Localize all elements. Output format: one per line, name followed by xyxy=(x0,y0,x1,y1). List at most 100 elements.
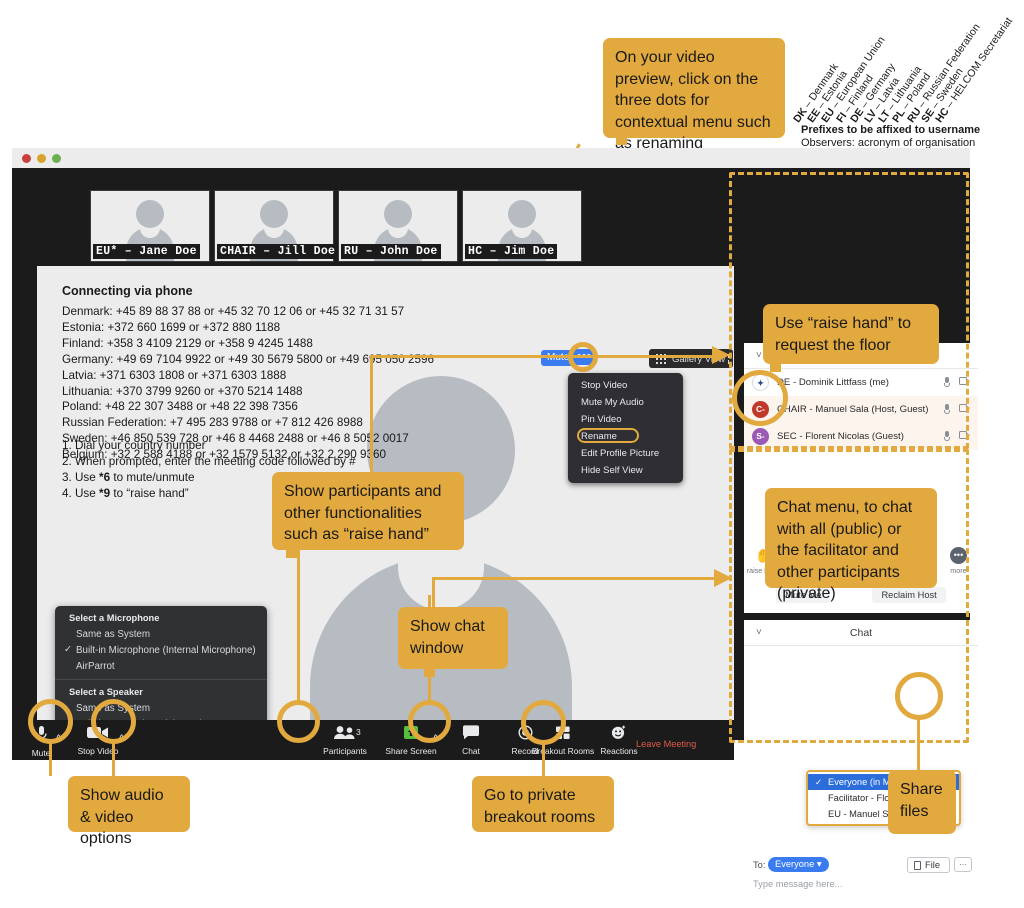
chat-message-input[interactable]: Type message here... xyxy=(753,879,842,889)
phone-step-line: 2. When prompted, enter the meeting code… xyxy=(62,455,356,469)
speaker-group: Select a Speaker Same as System✓Built-in… xyxy=(55,680,267,720)
callout-participants-arrow xyxy=(712,346,730,364)
chat-to-label: To: xyxy=(753,860,766,870)
callout-audio-leader-2 xyxy=(112,742,115,776)
phone-number-line: Russian Federation: +7 495 283 9788 or +… xyxy=(62,416,363,430)
callout-show-chat-leader2 xyxy=(428,675,431,703)
context-menu-item[interactable]: Mute My Audio xyxy=(568,394,683,411)
window-close-button[interactable] xyxy=(22,154,31,163)
highlight-ring-rename xyxy=(577,428,639,443)
context-menu-item[interactable]: Edit Profile Picture xyxy=(568,445,683,462)
phone-number-line: Lithuania: +370 3799 9260 or +370 5214 1… xyxy=(62,384,303,398)
callout-video-preview: On your video preview, click on the thre… xyxy=(603,38,785,152)
chat-to-row: To: Everyone ▾ File ⋯ xyxy=(744,855,978,877)
highlight-ring-breakout xyxy=(521,700,566,745)
phone-dialin-block: Connecting via phone Denmark: +45 89 88 … xyxy=(62,284,532,463)
audio-menu-option[interactable]: Same as System xyxy=(55,700,267,716)
window-maximize-button[interactable] xyxy=(52,154,61,163)
avatar-head-icon xyxy=(260,200,288,228)
callout-participants-tail xyxy=(286,548,297,558)
callout-breakout-leader xyxy=(542,743,545,776)
chat-recipient-pill[interactable]: Everyone ▾ xyxy=(768,857,829,872)
video-stage: Connecting via phone Denmark: +45 89 88 … xyxy=(12,168,734,720)
highlight-ring-raise-hand xyxy=(732,370,788,426)
audio-menu-option[interactable]: ✓ Built-in Microphone (Internal Microphon… xyxy=(55,642,267,658)
participants-count-badge: 3 xyxy=(356,727,361,737)
phone-number-line: Estonia: +372 660 1699 or +372 880 1188 xyxy=(62,320,281,334)
phone-number-line: Finland: +358 3 4109 2129 or +358 9 4245… xyxy=(62,336,313,350)
window-titlebar xyxy=(12,148,970,168)
audio-menu-option-label: Built-in Microphone (Internal Microphone… xyxy=(76,644,256,656)
video-tile[interactable]: HC – Jim Doe xyxy=(462,190,582,262)
window-minimize-button[interactable] xyxy=(37,154,46,163)
avatar-head-icon xyxy=(136,200,164,228)
toolbar-participants-button[interactable]: 3 Participants xyxy=(315,725,375,756)
video-context-menu[interactable]: Stop Video Mute My Audio Pin Video Rename Ed… xyxy=(568,373,683,483)
avatar-head-icon xyxy=(384,200,412,228)
callout-participants-leader-down xyxy=(297,550,300,702)
prefix-legend-title: Prefixes to be affixed to username xyxy=(801,124,981,136)
callout-raise-hand-tail xyxy=(770,362,781,372)
highlight-ring-audio-options xyxy=(28,699,73,744)
video-tile-name: RU – John Doe xyxy=(341,244,441,259)
audio-menu-option[interactable]: Same as System xyxy=(55,626,267,642)
microphone-group-header: Select a Microphone xyxy=(69,613,160,623)
audio-settings-menu[interactable]: Select a Microphone Same as System ✓ Built… xyxy=(55,606,267,720)
audio-menu-option-label: Same as System xyxy=(76,628,151,640)
video-tile[interactable]: EU* – Jane Doe xyxy=(90,190,210,262)
chat-file-button[interactable]: File xyxy=(907,857,950,873)
toolbar-stop-video-label: Stop Video xyxy=(77,746,119,756)
microphone-options: Same as System ✓ Built-in Microphone (Inte… xyxy=(55,626,267,674)
video-tile[interactable]: RU – John Doe xyxy=(338,190,458,262)
callout-show-chat-leader xyxy=(428,595,431,609)
video-tile[interactable]: CHAIR – Jill Doe xyxy=(214,190,339,262)
callout-breakout-rooms: Go to private breakout rooms xyxy=(472,776,614,832)
phone-number-line: Latvia: +371 6303 1808 or +371 6303 1888 xyxy=(62,368,287,382)
callout-share-files-leader xyxy=(917,718,920,770)
callout-audio-leader-1 xyxy=(49,742,52,776)
phone-number-line: Denmark: +45 89 88 37 88 or +45 32 70 12… xyxy=(62,305,405,318)
callout-participants-leader-h xyxy=(370,355,722,358)
check-icon: ✓ xyxy=(64,644,72,655)
callout-share-files: Share files xyxy=(888,770,956,834)
callout-raise-hand: Use “raise hand” to request the floor xyxy=(763,304,939,364)
audio-menu-option[interactable]: AirParrot xyxy=(55,658,267,674)
callout-audio-video-options: Show audio & video options xyxy=(68,776,190,847)
video-tile-name: HC – Jim Doe xyxy=(465,244,558,259)
toolbar-participants-label: Participants xyxy=(323,746,367,756)
callout-chat-menu: Chat menu, to chat with all (public) or … xyxy=(765,488,937,602)
context-menu-item[interactable]: Pin Video xyxy=(568,411,683,428)
highlight-ring-video-options xyxy=(91,699,136,744)
phone-number-line: Poland: +48 22 307 3488 or +48 22 398 73… xyxy=(62,400,298,414)
chat-more-button[interactable]: ⋯ xyxy=(954,857,972,872)
speaker-group-header: Select a Speaker xyxy=(69,687,143,697)
leave-meeting-button[interactable]: Leave Meeting xyxy=(636,739,696,749)
toolbar-chat-button[interactable]: Chat xyxy=(446,725,496,756)
participants-icon xyxy=(334,726,355,739)
callout-chat-leader-h xyxy=(432,577,724,580)
toolbar-chat-label: Chat xyxy=(462,746,480,756)
highlight-ring-share-files xyxy=(895,672,943,720)
prefix-legend: DK – Denmark EE – Estonia EU – European Un… xyxy=(791,5,1023,150)
context-menu-item[interactable]: Rename xyxy=(568,428,683,445)
callout-chat-arrow xyxy=(714,569,732,587)
audio-menu-option-label: AirParrot xyxy=(76,660,115,672)
toolbar-mute-label: Mute xyxy=(31,748,51,758)
phone-dialin-title: Connecting via phone xyxy=(62,284,193,298)
callout-video-preview-tail xyxy=(616,136,627,145)
highlight-ring-chat xyxy=(408,700,451,743)
toolbar-breakout-rooms-label: Breakout Rooms xyxy=(531,746,595,756)
reactions-smiley-icon xyxy=(611,725,626,739)
video-tile-name: CHAIR – Jill Doe xyxy=(217,244,339,259)
highlight-ring-participants xyxy=(277,700,320,743)
callout-show-chat: Show chat window xyxy=(398,607,508,669)
callout-participants: Show participants and other functionalit… xyxy=(272,472,464,550)
check-icon: ✓ xyxy=(815,777,823,787)
callout-participants-leader-v xyxy=(370,357,373,477)
context-menu-item[interactable]: Hide Self View xyxy=(568,462,683,479)
prefix-legend-items: DK – Denmark EE – Estonia EU – European Un… xyxy=(791,5,1023,125)
chat-bubble-icon xyxy=(463,725,479,740)
chat-file-label: File xyxy=(925,860,940,870)
context-menu-item[interactable]: Stop Video xyxy=(568,377,683,394)
speaker-options: Same as System✓Built-in Output (Headphon… xyxy=(55,700,267,721)
